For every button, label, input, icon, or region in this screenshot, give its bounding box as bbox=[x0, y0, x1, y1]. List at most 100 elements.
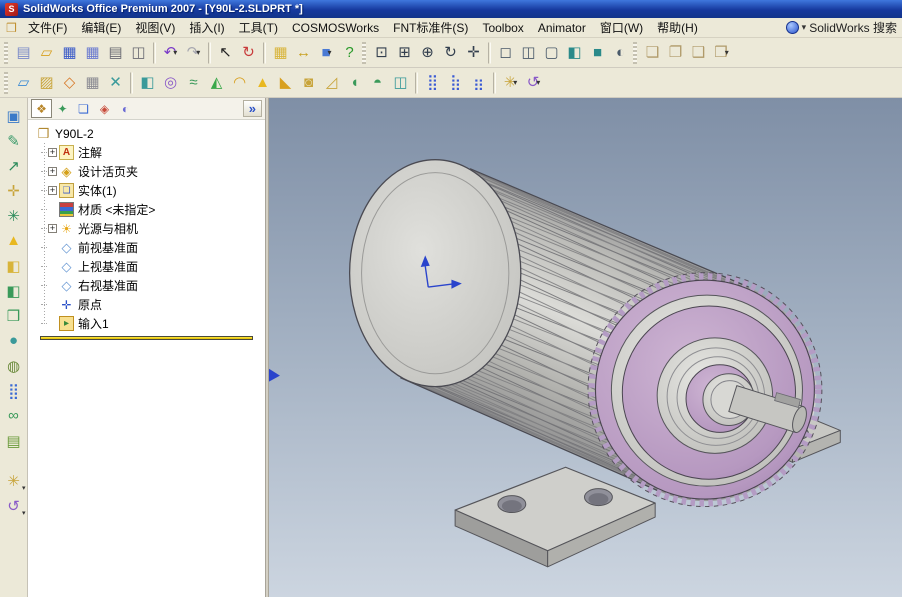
spline-icon[interactable]: ↺ ▾ bbox=[2, 494, 26, 518]
menu-view[interactable]: 视图(V) bbox=[128, 17, 182, 38]
bell-icon[interactable]: ▲ ▾ bbox=[251, 71, 274, 94]
revolved-boss-icon[interactable]: ◎ ▾ bbox=[159, 71, 182, 94]
tree-item-design-binder[interactable]: + 设计活页夹 bbox=[37, 162, 263, 181]
menu-toolbox[interactable]: Toolbox bbox=[475, 19, 530, 37]
zoom-area-icon[interactable]: ⊞ ▾ bbox=[393, 41, 416, 64]
wrap-icon[interactable]: ◖ ▾ bbox=[343, 71, 366, 94]
select-cursor-icon[interactable]: ↖ ▾ bbox=[214, 41, 237, 64]
menu-edit[interactable]: 编辑(E) bbox=[74, 17, 128, 38]
toolbar-separator[interactable]: ▾ bbox=[488, 41, 491, 64]
tab-propertymanager[interactable]: ✦ bbox=[52, 99, 73, 118]
bell-icon[interactable]: ▲ ▾ bbox=[2, 229, 26, 253]
zoom-in-out-icon[interactable]: ⊕ ▾ bbox=[416, 41, 439, 64]
tab-display-pane[interactable]: ◐ bbox=[115, 99, 136, 118]
linear-pattern-icon[interactable]: ⣿ ▾ bbox=[421, 71, 444, 94]
link-icon[interactable]: ∞ ▾ bbox=[2, 404, 26, 428]
menu-insert[interactable]: 插入(I) bbox=[182, 17, 231, 38]
tree-item-origin[interactable]: 原点 bbox=[37, 295, 263, 314]
dropdown-arrow-icon[interactable]: ▾ bbox=[196, 48, 200, 57]
tree-item-lights-cameras[interactable]: + 光源与相机 bbox=[37, 219, 263, 238]
dropdown-arrow-icon[interactable]: ▾ bbox=[22, 509, 26, 517]
yellow-box-icon[interactable]: ◧ ▾ bbox=[2, 254, 26, 278]
section-view-icon[interactable]: ◐ ▾ bbox=[609, 41, 632, 64]
hidden-lines-visible-icon[interactable]: ◫ ▾ bbox=[517, 41, 540, 64]
menu-tools[interactable]: 工具(T) bbox=[232, 17, 285, 38]
rebuild-icon[interactable]: ↻ ▾ bbox=[237, 41, 260, 64]
view-cube-iso-icon[interactable]: ❑ ▾ bbox=[687, 41, 710, 64]
tree-item-annotations[interactable]: + 注解 bbox=[37, 143, 263, 162]
coordinate-icon[interactable]: ✛ ▾ bbox=[2, 179, 26, 203]
open-file-icon[interactable]: ▱ ▾ bbox=[35, 41, 58, 64]
curves-icon[interactable]: ↺ ▾ bbox=[522, 71, 545, 94]
menu-animator[interactable]: Animator bbox=[531, 19, 593, 37]
circular-pattern-icon[interactable]: ⣷ ▾ bbox=[444, 71, 467, 94]
star-burst-icon[interactable]: ✳ ▾ bbox=[2, 469, 26, 493]
mirror-icon[interactable]: ◫ ▾ bbox=[389, 71, 412, 94]
expander-icon[interactable]: + bbox=[48, 148, 57, 157]
toolbar-grip[interactable]: ▾ bbox=[4, 41, 8, 64]
print-preview-icon[interactable]: ◫ ▾ bbox=[127, 41, 150, 64]
toolbar-grip[interactable]: ▾ bbox=[362, 41, 366, 64]
sketch-tool-icon[interactable]: ▨ ▾ bbox=[35, 71, 58, 94]
toolbar-separator[interactable]: ▾ bbox=[153, 41, 156, 64]
sphere-icon[interactable]: ● ▾ bbox=[2, 329, 26, 353]
extruded-boss-icon[interactable]: ◧ ▾ bbox=[136, 71, 159, 94]
dropdown-arrow-icon[interactable]: ▾ bbox=[513, 78, 517, 87]
rollback-bar[interactable] bbox=[40, 336, 253, 340]
pan-icon[interactable]: ✛ ▾ bbox=[462, 41, 485, 64]
help-icon[interactable]: ? ▾ bbox=[338, 41, 361, 64]
search-icon[interactable] bbox=[785, 21, 799, 34]
grid-icon[interactable]: ▦ ▾ bbox=[81, 71, 104, 94]
dome-icon[interactable]: ◓ ▾ bbox=[366, 71, 389, 94]
hidden-lines-removed-icon[interactable]: ▢ ▾ bbox=[540, 41, 563, 64]
axis-arrow-icon[interactable]: ↗ ▾ bbox=[2, 154, 26, 178]
view-orientation-cube-icon[interactable]: ❏ ▾ bbox=[641, 41, 664, 64]
lofted-boss-icon[interactable]: ◭ ▾ bbox=[205, 71, 228, 94]
tree-item-top-plane[interactable]: 上视基准面 bbox=[37, 257, 263, 276]
trim-icon[interactable]: ✕ ▾ bbox=[104, 71, 127, 94]
layers-icon[interactable]: ▤ ▾ bbox=[2, 429, 26, 453]
table-pattern-icon[interactable]: ⣶ ▾ bbox=[467, 71, 490, 94]
search-dropdown-arrow[interactable]: ▾ bbox=[802, 22, 807, 33]
wireframe-icon[interactable]: ◻ ▾ bbox=[494, 41, 517, 64]
green-box-icon[interactable]: ◧ ▾ bbox=[2, 279, 26, 303]
menu-help[interactable]: 帮助(H) bbox=[650, 17, 705, 38]
tree-item-material[interactable]: 材质 <未指定> bbox=[37, 200, 263, 219]
tab-configurationmanager[interactable]: ❏ bbox=[73, 99, 94, 118]
expander-icon[interactable]: + bbox=[48, 186, 57, 195]
print-icon[interactable]: ▤ ▾ bbox=[104, 41, 127, 64]
toolbar-separator[interactable]: ▾ bbox=[130, 71, 133, 94]
tab-featuremanager[interactable]: ❖ bbox=[31, 99, 52, 118]
toolbar-grip[interactable]: ▾ bbox=[4, 71, 8, 94]
shaded-icon[interactable]: ■ ▾ bbox=[586, 41, 609, 64]
dropdown-arrow-icon[interactable]: ▾ bbox=[22, 484, 26, 492]
reference-geometry-icon[interactable]: ✳ ▾ bbox=[499, 71, 522, 94]
tree-item-front-plane[interactable]: 前视基准面 bbox=[37, 238, 263, 257]
appearance-icon[interactable]: ■ ▾ bbox=[315, 41, 338, 64]
titlebar[interactable]: S SolidWorks Office Premium 2007 - [Y90L… bbox=[0, 0, 902, 18]
sketch-grid-icon[interactable]: ▦ ▾ bbox=[269, 41, 292, 64]
dropdown-arrow-icon[interactable]: ▾ bbox=[536, 78, 540, 87]
reference-plane-icon[interactable]: ▱ ▾ bbox=[12, 71, 35, 94]
tree-item-right-plane[interactable]: 右视基准面 bbox=[37, 276, 263, 295]
tab-cosmosworks[interactable]: ◈ bbox=[94, 99, 115, 118]
toolbar-grip[interactable]: ▾ bbox=[633, 41, 637, 64]
redo-icon[interactable]: ↷ ▾ bbox=[182, 41, 205, 64]
menu-window[interactable]: 窗口(W) bbox=[593, 17, 650, 38]
disc-icon[interactable]: ◍ ▾ bbox=[2, 354, 26, 378]
document-part-icon[interactable]: ❒ bbox=[4, 21, 19, 35]
swept-boss-icon[interactable]: ≈ ▾ bbox=[182, 71, 205, 94]
pencil-icon[interactable]: ✎ ▾ bbox=[2, 129, 26, 153]
tree-item-imported1[interactable]: 输入1 bbox=[37, 314, 263, 333]
undo-icon[interactable]: ↶ ▾ bbox=[159, 41, 182, 64]
chamfer-icon[interactable]: ◣ ▾ bbox=[274, 71, 297, 94]
cube-icon[interactable]: ❒ ▾ bbox=[2, 304, 26, 328]
save-icon[interactable]: ▦ ▾ bbox=[58, 41, 81, 64]
note-icon[interactable]: ✳ ▾ bbox=[2, 204, 26, 228]
menu-fnt-standard-parts[interactable]: FNT标准件(S) bbox=[386, 17, 475, 38]
rotate-view-icon[interactable]: ↻ ▾ bbox=[439, 41, 462, 64]
viewport-screen-icon[interactable]: ▣ ▾ bbox=[2, 104, 26, 128]
search-widget[interactable]: ▾ SolidWorks 搜索 bbox=[785, 19, 897, 36]
view-cube-front-icon[interactable]: ❐ ▾ bbox=[664, 41, 687, 64]
new-file-icon[interactable]: ▤ ▾ bbox=[12, 41, 35, 64]
